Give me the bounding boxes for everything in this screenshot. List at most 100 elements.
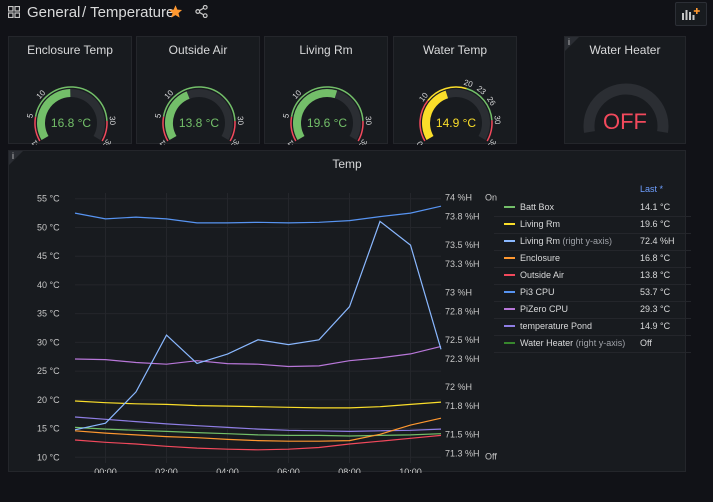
y-axis-right-tick: 71.8 %H	[445, 401, 480, 411]
legend-swatch	[504, 240, 515, 242]
series-line[interactable]	[74, 205, 442, 224]
y-axis-left-tick: 35 °C	[37, 309, 60, 319]
legend-label: Enclosure	[520, 253, 561, 263]
gauge-panel-water-temp[interactable]: Water Temp 0 10 20 23 26 30 35 14.9 °C	[393, 36, 517, 145]
legend-value: Off	[640, 338, 652, 348]
series-line[interactable]	[74, 345, 442, 368]
legend-axis-note: (right y-axis)	[573, 338, 626, 348]
legend-swatch	[504, 223, 515, 225]
gauge-tick-label: 10	[35, 88, 48, 101]
y-axis-left-tick: 10 °C	[37, 452, 60, 462]
y-axis-left-tick: 15 °C	[37, 424, 60, 434]
legend-label: Living Rm	[520, 219, 561, 229]
gauge-tick-label: 30	[492, 115, 502, 125]
x-axis-tick: 06:00	[277, 467, 300, 473]
add-panel-button[interactable]	[675, 2, 707, 26]
add-panel-icon	[682, 8, 700, 20]
y-axis-left-tick: 50 °C	[37, 222, 60, 232]
gauge-tick-label: 10	[417, 90, 430, 103]
y-axis-right-tick: 74 %H	[445, 193, 472, 203]
legend-value: 13.8 °C	[640, 270, 671, 280]
gauge-panel-living-rm[interactable]: Living Rm -1 5 10 30 35 19.6 °C	[264, 36, 388, 145]
legend-value: 16.8 °C	[640, 253, 671, 263]
gauge: 010202326303514.9 °C	[415, 78, 502, 145]
legend-item[interactable]: PiZero CPU 29.3 °C	[494, 301, 694, 318]
dashboard-title: Temperature	[90, 4, 175, 21]
y-axis-right-tick: 71.3 %H	[445, 449, 480, 459]
y-axis-left-tick: 40 °C	[37, 280, 60, 290]
breadcrumb-separator: /	[82, 4, 87, 21]
grid-icon[interactable]	[8, 6, 20, 18]
legend-item[interactable]: Living Rm 19.6 °C	[494, 216, 694, 233]
y-axis-left-tick: 30 °C	[37, 337, 60, 347]
legend-swatch	[504, 308, 515, 310]
gauge-value: 14.9 °C	[436, 116, 476, 130]
legend-swatch	[504, 291, 515, 293]
gauge-tick-label: 5	[281, 112, 291, 118]
x-axis-tick: 02:00	[155, 467, 178, 473]
legend-item[interactable]: Batt Box 14.1 °C	[494, 199, 694, 216]
legend-item[interactable]: Living Rm (right y-axis) 72.4 %H	[494, 233, 694, 250]
legend-item[interactable]: Pi3 CPU 53.7 °C	[494, 284, 694, 301]
gauge-tick-label: 5	[153, 112, 163, 118]
x-axis-tick: 08:00	[338, 467, 361, 473]
legend-item[interactable]: temperature Pond 14.9 °C	[494, 318, 694, 335]
legend-value: 53.7 °C	[640, 287, 671, 297]
legend-value: 72.4 %H	[640, 236, 675, 246]
gauge-tick-label: 10	[291, 88, 304, 101]
legend-value: 29.3 °C	[640, 304, 671, 314]
gauge-value: 16.8 °C	[51, 116, 91, 130]
series-line[interactable]	[74, 400, 442, 409]
breadcrumb-dashboard[interactable]: / Temperature	[82, 4, 174, 21]
series-line[interactable]	[74, 416, 442, 433]
gauge-value: 13.8 °C	[179, 116, 219, 130]
gauge-tick-label: 30	[364, 116, 374, 126]
legend-label: Living Rm (right y-axis)	[520, 236, 613, 246]
share-icon[interactable]	[195, 5, 208, 18]
legend-swatch	[504, 274, 515, 276]
legend-swatch	[504, 206, 515, 208]
x-axis-tick: 10:00	[399, 467, 422, 473]
series-line[interactable]	[74, 434, 442, 451]
gauge: -1510303519.6 °C	[281, 86, 374, 145]
gauge-tick-label: 30	[236, 116, 246, 126]
gauge-panel-enclosure[interactable]: Enclosure Temp -1 5 10 30 35 16.8 °C	[8, 36, 132, 145]
status-panel-water-heater[interactable]: i Water Heater OFF	[564, 36, 686, 144]
legend-item[interactable]: Water Heater (right y-axis) Off	[494, 335, 694, 352]
legend-label: temperature Pond	[520, 321, 593, 331]
y-axis-right-tick: 72.5 %H	[445, 335, 480, 345]
legend-swatch	[504, 257, 515, 259]
top-bar: General / Temperature	[0, 0, 713, 28]
y-axis-right-tick: 73.3 %H	[445, 259, 480, 269]
legend-label: Pi3 CPU	[520, 287, 555, 297]
legend-divider	[494, 352, 691, 353]
legend-item[interactable]: Enclosure 16.8 °C	[494, 250, 694, 267]
gauge-tick-label: 23	[475, 84, 488, 97]
legend-item[interactable]: Outside Air 13.8 °C	[494, 267, 694, 284]
y-axis-state-tick: Off	[485, 452, 497, 462]
legend-header[interactable]: Last *	[640, 184, 663, 194]
graph-panel-temp[interactable]: i Temp 55 °C 50 °C 45 °C 40 °C 35 °C 30 °C 25 …	[8, 150, 691, 473]
legend-value: 14.9 °C	[640, 321, 671, 331]
gauge-tick-label: 10	[163, 88, 176, 101]
legend-label: Water Heater (right y-axis)	[520, 338, 626, 348]
gauge: -1510303513.8 °C	[153, 86, 246, 145]
legend-label: Outside Air	[520, 270, 565, 280]
y-axis-right-tick: 72.8 %H	[445, 306, 480, 316]
star-icon[interactable]	[168, 4, 183, 19]
status-value: OFF	[603, 109, 647, 134]
legend-swatch	[504, 325, 515, 327]
gauge-panel-outside-air[interactable]: Outside Air -1 5 10 30 35 13.8 °C	[136, 36, 260, 145]
breadcrumb-folder[interactable]: General	[27, 4, 80, 21]
y-axis-right-tick: 73 %H	[445, 287, 472, 297]
y-axis-left-tick: 45 °C	[37, 251, 60, 261]
legend: Last * Batt Box 14.1 °C Living Rm 19.6 °C Li…	[494, 179, 694, 379]
legend-value: 19.6 °C	[640, 219, 671, 229]
y-axis-right-tick: 73.5 %H	[445, 240, 480, 250]
y-axis-right-tick: 72.3 %H	[445, 354, 480, 364]
x-axis-tick: 00:00	[94, 467, 117, 473]
y-axis-left-tick: 25 °C	[37, 366, 60, 376]
x-axis-tick: 04:00	[216, 467, 239, 473]
series-line[interactable]	[74, 220, 442, 431]
line-chart[interactable]: 55 °C 50 °C 45 °C 40 °C 35 °C 30 °C 25 °C 20 °C…	[9, 151, 499, 473]
